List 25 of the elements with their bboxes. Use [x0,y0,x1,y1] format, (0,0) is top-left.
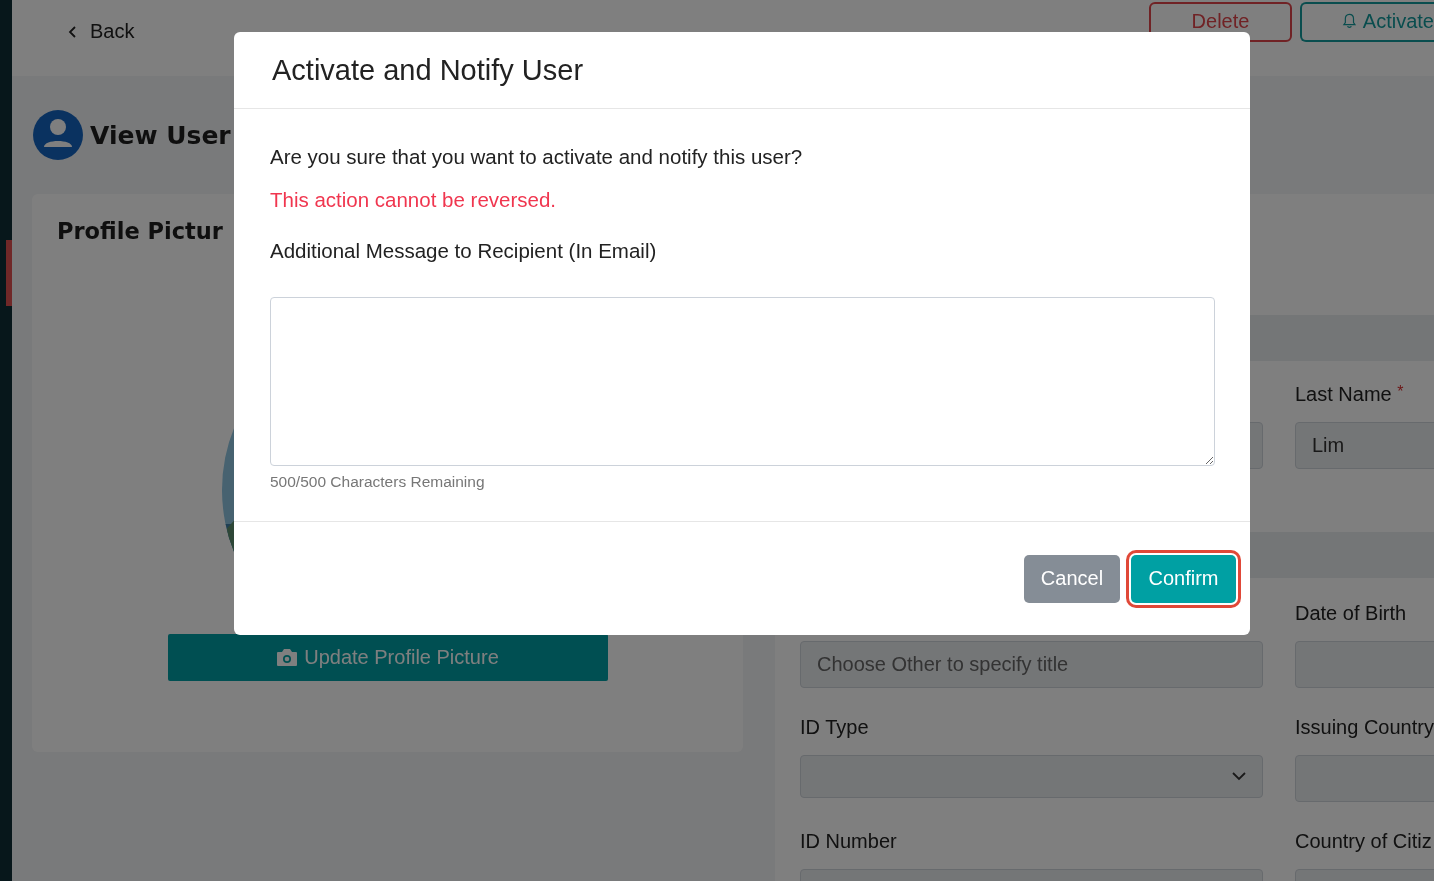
card-title: Profile Pictur [57,218,223,244]
back-link[interactable]: Back [68,14,135,43]
message-field[interactable] [270,297,1215,466]
field-label: Issuing Country [1295,716,1434,740]
select-field[interactable] [800,755,1263,798]
character-counter: 500/500 Characters Remaining [270,473,486,491]
field-label: Additional Message to Recipient (In Email) [270,238,658,264]
activate-button[interactable]: Activate [1300,2,1434,42]
required-mark: * [1397,383,1404,400]
page-title: View User [90,120,231,150]
cancel-button[interactable]: Cancel [1024,554,1120,603]
warning-text: This action cannot be reversed. [270,187,558,213]
chevron-down-icon [1232,772,1246,781]
update-picture-button[interactable]: Update Profile Picture [167,634,608,681]
dialog-title: Activate and Notify User [272,53,584,87]
user-avatar-icon [32,109,84,161]
question-text: Are you sure that you want to activate and notify this user? [270,144,804,170]
camera-icon [276,648,299,667]
field-label: Country of Citiz [1295,830,1433,854]
field-label: ID Type [800,716,870,740]
chevron-left-icon [68,24,78,39]
field-label: ID Number [800,830,898,854]
field-label: Date of Birth [1295,602,1408,626]
field-label: Last Name * [1295,383,1405,407]
active-marker [6,240,12,306]
